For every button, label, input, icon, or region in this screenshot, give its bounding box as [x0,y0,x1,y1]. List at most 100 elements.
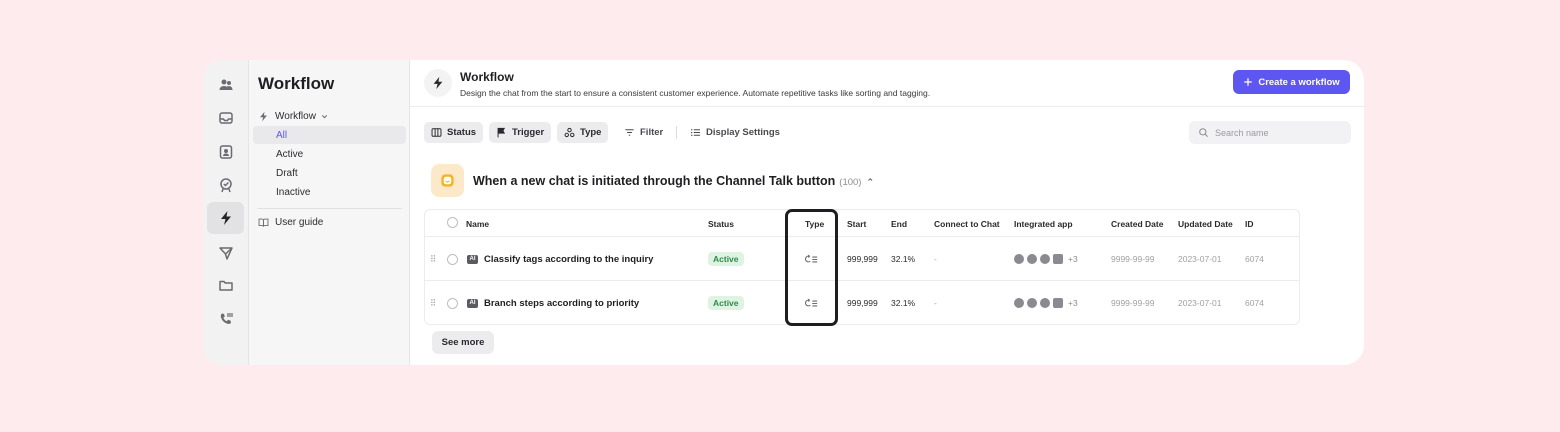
message-app-icon [1053,254,1063,264]
app-icon [1014,298,1024,308]
contacts-icon[interactable] [207,136,244,168]
chevron-up-icon[interactable]: ⌃ [866,177,874,187]
col-created-date[interactable]: Created Date [1111,219,1163,229]
team-icon[interactable] [207,69,244,101]
badge-check-icon[interactable] [207,169,244,201]
select-all-checkbox[interactable] [447,217,458,228]
row-name: Classify tags according to the inquiry [484,253,654,265]
table-row[interactable]: ⠿ AI Branch steps according to priority … [425,280,1299,324]
channel-button-icon [431,164,464,197]
search-icon [1199,128,1208,137]
row-status-cell: Active [708,237,744,281]
row-connect: - [934,298,937,308]
workflow-icon [260,111,267,121]
page-title: Workflow [460,70,514,84]
sidebar-item-all[interactable]: All [253,126,406,144]
row-start: 999,999 [847,298,878,308]
table-row[interactable]: ⠿ AI Classify tags according to the inqu… [425,236,1299,280]
see-more-button[interactable]: See more [432,331,494,354]
row-id: 6074 [1245,298,1264,308]
row-updated: 2023-07-01 [1178,254,1222,264]
folder-icon[interactable] [207,269,244,301]
chat-app-icon [1027,298,1037,308]
sidebar-item-active[interactable]: Active [253,145,406,163]
drag-handle-icon[interactable]: ⠿ [430,281,436,325]
page-description: Design the chat from the start to ensure… [460,88,931,98]
status-badge: Active [708,296,744,310]
trigger-filter-button[interactable]: Trigger [489,122,552,143]
sidebar-workflow-group[interactable]: Workflow [253,107,406,125]
line-app-icon [1040,254,1050,264]
columns-icon [431,128,442,137]
display-settings-button[interactable]: Display Settings [683,122,787,143]
search-placeholder: Search name [1215,127,1269,138]
ai-badge: AI [467,298,478,308]
row-name-cell[interactable]: AI Branch steps according to priority [467,281,639,325]
row-integrated-apps: +3 [1014,237,1078,281]
type-filter-label: Type [580,127,602,138]
row-status-cell: Active [708,281,744,325]
col-integrated-app[interactable]: Integrated app [1014,219,1073,229]
line-app-icon [1040,298,1050,308]
row-created: 9999-99-99 [1111,254,1155,264]
filter-label: Filter [640,127,664,138]
col-status[interactable]: Status [708,219,734,229]
sidebar-workflow-label: Workflow [275,110,316,122]
row-updated: 2023-07-01 [1178,298,1222,308]
create-workflow-button[interactable]: Create a workflow [1233,70,1350,94]
row-name: Branch steps according to priority [484,297,640,309]
more-apps-count: +3 [1068,298,1078,308]
plus-icon [1244,78,1253,86]
chevron-down-icon [321,114,328,118]
sidebar-divider [257,208,402,209]
workflow-table: Name Status Type Start End Connect to Ch… [424,209,1300,325]
book-icon [258,218,269,227]
type-column-highlight [785,209,838,326]
sidebar-title: Workflow [258,74,335,93]
list-icon [691,129,700,136]
col-start[interactable]: Start [847,219,866,229]
sidebar: Workflow Workflow All Active Draft Inact… [249,60,410,365]
col-id[interactable]: ID [1245,219,1254,229]
row-checkbox[interactable] [447,237,458,281]
row-start: 999,999 [847,254,878,264]
trigger-group-count: (100) [839,177,862,188]
main-content: Workflow Design the chat from the start … [410,60,1364,365]
display-settings-label: Display Settings [706,127,780,138]
col-end[interactable]: End [891,219,907,229]
more-apps-count: +3 [1068,254,1078,264]
row-integrated-apps: +3 [1014,281,1078,325]
type-filter-button[interactable]: Type [557,122,609,143]
drag-handle-icon[interactable]: ⠿ [430,237,436,281]
row-connect: - [934,254,937,264]
shapes-icon [564,127,575,138]
message-app-icon [1053,298,1063,308]
row-end: 32.1% [891,298,916,308]
send-icon[interactable] [207,237,244,269]
phone-icon[interactable] [207,303,244,335]
row-name-cell[interactable]: AI Classify tags according to the inquir… [467,237,653,281]
app-icon [1014,254,1024,264]
row-checkbox[interactable] [447,281,458,325]
workflow-icon[interactable] [207,202,244,234]
trigger-group-header[interactable]: When a new chat is initiated through the… [473,174,874,188]
flag-icon [497,127,506,138]
col-name[interactable]: Name [466,219,489,229]
create-workflow-label: Create a workflow [1258,76,1340,88]
status-filter-button[interactable]: Status [424,122,484,143]
header-divider [410,106,1364,107]
chat-app-icon [1027,254,1037,264]
col-updated-date[interactable]: Updated Date [1178,219,1233,229]
user-guide-label: User guide [275,216,324,228]
sidebar-item-draft[interactable]: Draft [253,164,406,182]
search-input[interactable]: Search name [1189,121,1351,144]
col-connect-to-chat[interactable]: Connect to Chat [934,219,1000,229]
sidebar-user-guide[interactable]: User guide [253,213,406,231]
trigger-filter-label: Trigger [512,127,545,138]
inbox-icon[interactable] [207,102,244,134]
status-filter-label: Status [447,127,477,138]
sidebar-item-inactive[interactable]: Inactive [253,183,406,201]
app-window: Workflow Workflow All Active Draft Inact… [203,60,1364,365]
ai-badge: AI [467,254,478,264]
filter-button[interactable]: Filter [617,122,670,143]
